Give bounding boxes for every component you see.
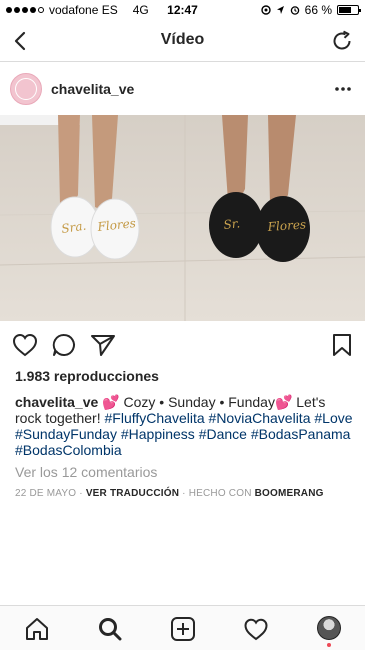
caption-username[interactable]: chavelita_ve (15, 394, 98, 410)
post-date: 22 DE MAYO (15, 488, 77, 499)
post-video[interactable]: Sra. Flores Sr. Flores (0, 115, 365, 321)
page-title: Vídeo (160, 31, 205, 48)
comment-icon[interactable] (50, 331, 78, 359)
status-bar: vodafone ES 4G 12:47 66 % (0, 0, 365, 20)
post-header: chavelita_ve (0, 63, 365, 115)
location-icon (260, 5, 271, 15)
heart-icon[interactable] (11, 331, 39, 359)
boomerang-link[interactable]: BOOMERANG (255, 488, 324, 499)
navigation-arrow-icon (276, 6, 284, 14)
hashtag[interactable]: #BodasColombia (15, 442, 122, 458)
post-meta: 22 DE MAYO · VER TRADUCCIÓN · HECHO CON BOOM… (15, 488, 324, 499)
notification-dot (327, 643, 331, 647)
nav-bar: Vídeo (0, 20, 365, 62)
status-right: 66 % (260, 3, 361, 17)
see-translation-link[interactable]: VER TRADUCCIÓN (86, 488, 179, 499)
post-caption: chavelita_ve 💕 Cozy • Sunday • Funday💕 L… (15, 394, 355, 458)
hashtag[interactable]: #BodasPanama (251, 426, 351, 442)
alarm-icon (290, 6, 299, 15)
view-count: 1.983 reproducciones (15, 368, 159, 384)
search-icon[interactable] (97, 616, 123, 642)
tab-bar (0, 605, 365, 650)
post-actions (0, 325, 365, 365)
slippers-image: Sra. Flores Sr. Flores (0, 115, 365, 321)
home-icon[interactable] (24, 616, 50, 642)
hashtag[interactable]: #NoviaChavelita (209, 410, 311, 426)
refresh-icon[interactable] (329, 28, 355, 54)
profile-avatar-tab[interactable] (317, 616, 341, 640)
add-post-icon[interactable] (170, 616, 196, 642)
battery-icon (337, 5, 361, 15)
hashtag[interactable]: #Dance (199, 426, 247, 442)
hashtag[interactable]: #FluffyChavelita (105, 410, 205, 426)
view-comments-link[interactable]: Ver los 12 comentarios (15, 464, 157, 480)
battery-percent: 66 % (304, 3, 332, 17)
svg-text:Sr.: Sr. (223, 216, 241, 232)
svg-text:Flores: Flores (266, 217, 306, 234)
post-username[interactable]: chavelita_ve (51, 81, 134, 97)
hashtag[interactable]: #SundayFunday (15, 426, 117, 442)
bookmark-icon[interactable] (328, 331, 356, 359)
hashtag[interactable]: #Happiness (121, 426, 195, 442)
hashtag[interactable]: #Love (314, 410, 352, 426)
avatar[interactable] (10, 73, 42, 105)
more-options-icon[interactable] (333, 79, 353, 99)
made-with-label: HECHO CON (188, 488, 252, 499)
share-icon[interactable] (89, 331, 117, 359)
heart-tab-icon[interactable] (243, 616, 269, 642)
